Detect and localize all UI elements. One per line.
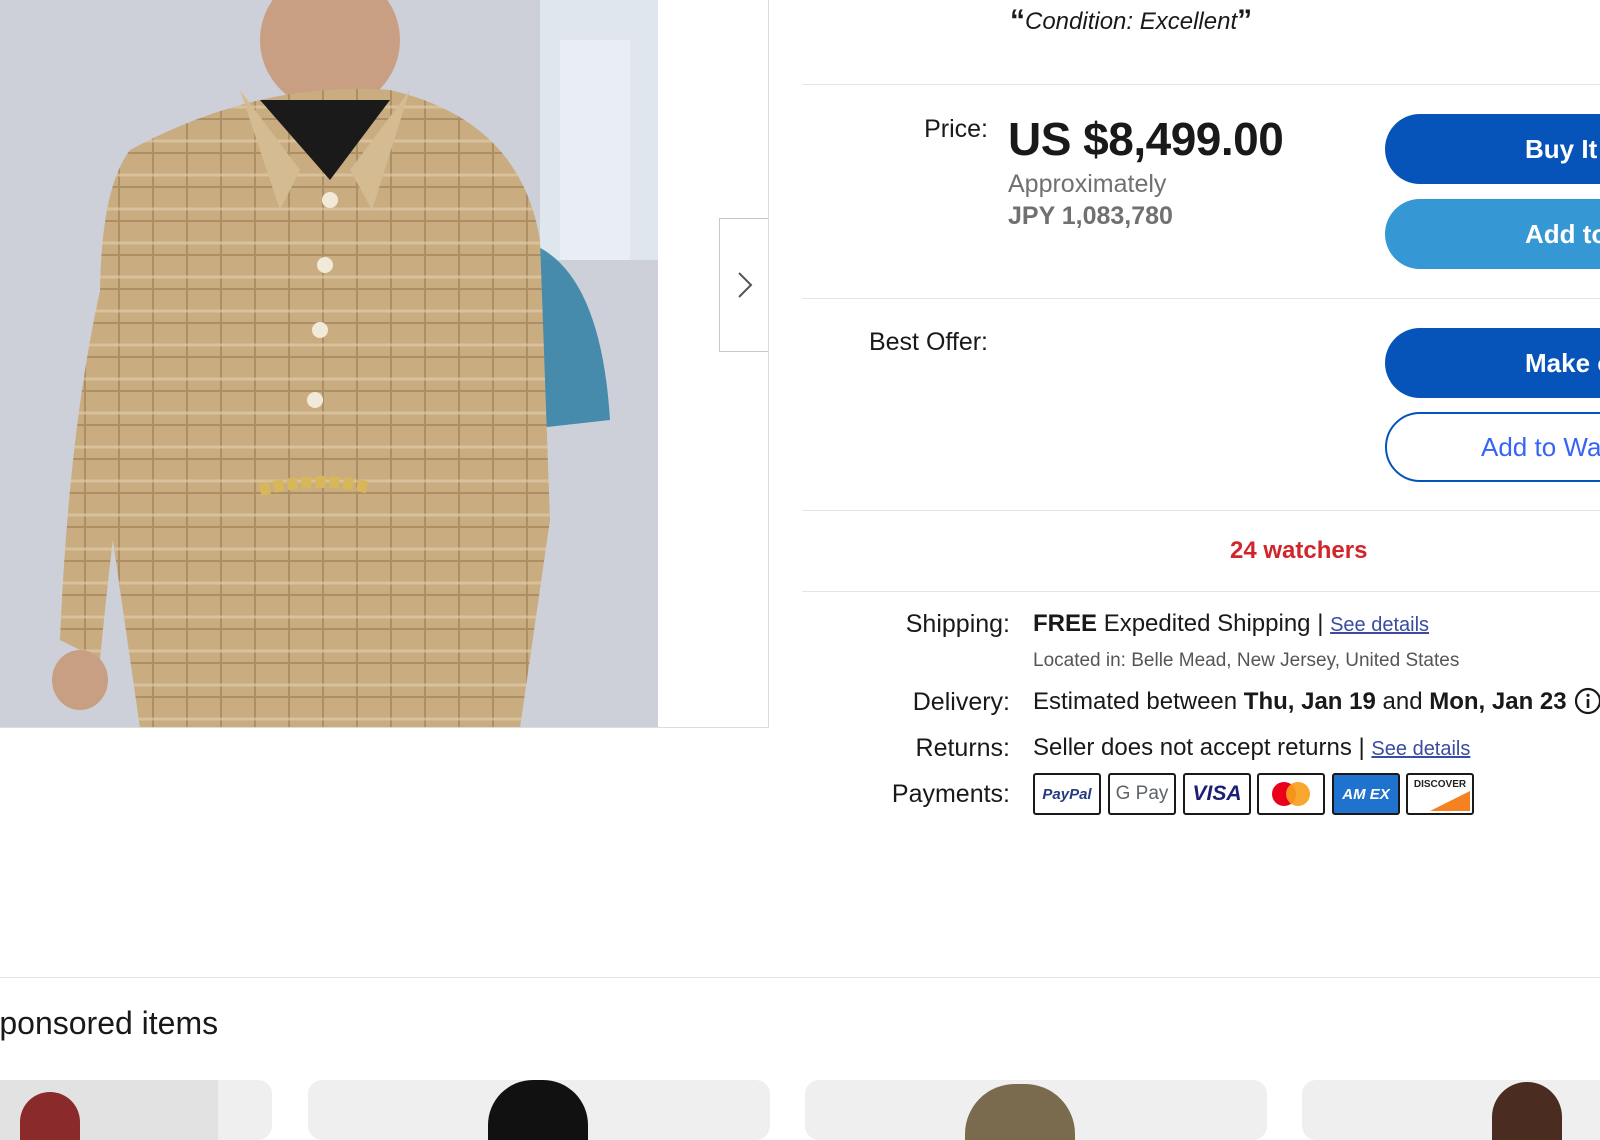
section-divider [0,977,1600,978]
condition-text: Condition: Excellent [1025,8,1238,35]
info-icon[interactable] [1574,687,1600,715]
delivery-prefix: Estimated between [1033,688,1238,715]
shipping-label: Shipping: [905,610,1010,638]
buy-it-now-label: Buy It Now [1525,133,1600,164]
watchers-count: 24 watchers [1230,537,1368,564]
card-image-item [1492,1082,1562,1140]
returns-see-details-link[interactable]: See details [1371,738,1470,760]
price-approx-label: Approximately [1008,170,1167,198]
condition-quote: “Condition: Excellent” [1010,4,1252,42]
returns-label: Returns: [915,734,1010,762]
make-offer-label: Make offer [1525,347,1600,378]
image-gallery [0,0,769,728]
make-offer-button[interactable]: Make offer [1385,328,1600,398]
divider [802,298,1600,299]
add-to-watchlist-button[interactable]: Add to Watchlist [1385,412,1600,482]
discover-stripe-icon [1430,791,1470,811]
shipping-value: FREE Expedited Shipping | See details [1033,610,1429,638]
product-image[interactable] [0,0,658,727]
discover-text: DISCOVER [1413,779,1467,790]
info-circle-icon [1574,687,1600,715]
sponsored-card[interactable] [0,1080,272,1140]
discover-logo: DISCOVER [1406,773,1474,815]
divider [802,591,1600,592]
sponsored-items-title: Sponsored items [0,1005,219,1041]
amex-logo: AM EX [1332,773,1400,815]
mastercard-icon [1272,782,1310,806]
mastercard-logo [1257,773,1325,815]
price-amount: US $8,499.00 [1008,113,1284,165]
delivery-start-date: Thu, Jan 19 [1243,688,1376,715]
card-image-item [965,1084,1075,1140]
close-quote: ” [1237,4,1253,37]
product-photo-illustration [0,0,658,727]
shipping-free: FREE [1033,610,1098,637]
returns-text: Seller does not accept returns [1033,734,1352,761]
add-to-cart-label: Add to cart [1525,218,1600,249]
add-to-watchlist-label: Add to Watchlist [1481,431,1600,462]
divider [802,84,1600,85]
paypal-text: PayPal [1042,785,1092,803]
delivery-and: and [1382,688,1423,715]
shipping-divider: | [1317,610,1324,637]
chevron-right-icon [737,272,752,298]
returns-divider: | [1358,734,1365,761]
buy-it-now-button[interactable]: Buy It Now [1385,114,1600,184]
sponsored-card[interactable] [1302,1080,1600,1140]
shipping-see-details-link[interactable]: See details [1330,614,1429,636]
item-location: Located in: Belle Mead, New Jersey, Unit… [1033,650,1460,671]
google-pay-logo: G Pay [1108,773,1176,815]
price-label: Price: [924,115,988,143]
delivery-value: Estimated between Thu, Jan 19 and Mon, J… [1033,688,1567,716]
best-offer-label: Best Offer: [868,328,988,356]
returns-value: Seller does not accept returns | See det… [1033,734,1470,762]
visa-logo: VISA [1183,773,1251,815]
shipping-method: Expedited Shipping [1103,610,1311,637]
card-image-item [488,1080,588,1140]
delivery-label: Delivery: [912,688,1010,716]
google-pay-text: G Pay [1115,783,1169,804]
add-to-cart-button[interactable]: Add to cart [1385,199,1600,269]
amex-text: AM EX [1342,785,1390,803]
sponsored-card[interactable] [308,1080,770,1140]
sponsored-card[interactable] [805,1080,1267,1140]
price-converted: JPY 1,083,780 [1008,202,1173,230]
open-quote: “ [1010,4,1025,37]
payments-label: Payments: [891,780,1010,808]
delivery-end-date: Mon, Jan 23 [1429,688,1567,715]
divider [802,510,1600,511]
paypal-logo: PayPal [1033,773,1101,815]
next-image-button[interactable] [719,218,768,352]
visa-text: VISA [1192,782,1242,805]
